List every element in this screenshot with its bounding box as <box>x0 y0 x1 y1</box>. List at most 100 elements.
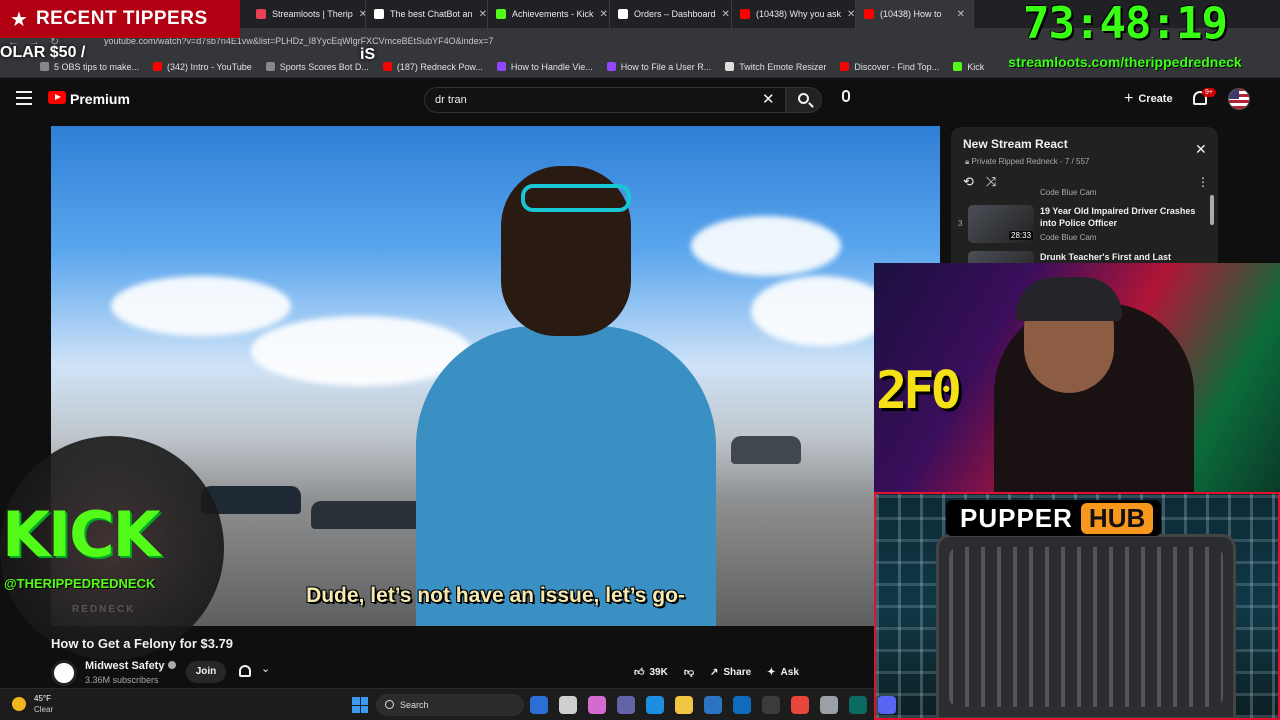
tab-label: (10438) How to <box>880 9 942 19</box>
windows-start-icon[interactable] <box>352 697 368 713</box>
tipper-ticker-fragment: iS <box>360 46 376 63</box>
create-label: Create <box>1138 93 1173 105</box>
bookmark-item[interactable]: Sports Scores Bot D... <box>265 62 369 72</box>
bookmark-favicon <box>725 62 735 71</box>
taskbar-app-icon[interactable] <box>588 696 606 714</box>
close-icon[interactable]: ✕ <box>957 9 965 20</box>
recent-tippers-title: RECENT TIPPERS <box>35 8 208 29</box>
video-cloud <box>111 276 291 336</box>
bookmark-item[interactable]: How to File a User R... <box>606 61 712 72</box>
tipper-ticker: OLAR $50 / <box>0 44 86 61</box>
browser-tab[interactable]: Orders – Dashboard ✕ <box>610 0 732 28</box>
bookmark-favicon <box>953 62 963 71</box>
search-icon <box>798 93 809 104</box>
subathon-timer: 73:48:19 <box>1023 0 1228 49</box>
browser-tab[interactable]: Achievements - Kick ✕ <box>488 0 610 28</box>
taskbar-app-icon[interactable] <box>849 696 867 714</box>
bookmark-item[interactable]: How to Handle Vie... <box>496 62 593 72</box>
dislike-button[interactable]: 👎︎ <box>684 666 694 678</box>
bookmark-item[interactable]: Discover - Find Top... <box>840 62 939 72</box>
ask-label: Ask <box>780 666 799 678</box>
subscription-bell-icon[interactable] <box>239 665 251 677</box>
kick-handle: @THERIPPEDREDNECK <box>4 576 156 591</box>
playlist-scrollbar[interactable] <box>1210 195 1214 225</box>
taskbar-app-icon[interactable] <box>675 696 693 714</box>
close-icon[interactable]: ✕ <box>847 9 855 20</box>
tab-favicon <box>496 9 506 19</box>
taskbar-search[interactable]: Search <box>376 694 524 716</box>
close-icon[interactable]: ✕ <box>600 9 608 20</box>
webcam-neon-sign: 2F0 <box>876 361 962 421</box>
bookmark-favicon <box>496 62 506 71</box>
recent-tippers-banner: ★ RECENT TIPPERS <box>0 0 240 38</box>
youtube-logo-icon[interactable] <box>48 91 66 104</box>
share-label: Share <box>723 666 752 678</box>
close-icon[interactable]: ✕ <box>359 9 365 20</box>
voice-search-icon[interactable] <box>842 90 850 102</box>
tab-label: The best ChatBot an <box>390 9 473 19</box>
taskbar-app-icon[interactable] <box>646 696 664 714</box>
taskbar-app-icon[interactable] <box>791 696 809 714</box>
taskbar-app-icon[interactable] <box>762 696 780 714</box>
pupper-hub-logo-b: HUB <box>1080 502 1154 534</box>
channel-avatar[interactable] <box>51 660 77 686</box>
close-icon[interactable]: ✕ <box>1195 141 1207 158</box>
search-input[interactable]: dr tran <box>424 87 786 113</box>
browser-tab[interactable]: The best ChatBot an ✕ <box>366 0 488 28</box>
bookmark-item[interactable]: Twitch Emote Resizer <box>725 62 826 72</box>
bookmark-favicon <box>606 62 616 71</box>
video-car <box>731 436 801 464</box>
create-button[interactable]: + Create <box>1124 89 1173 109</box>
playlist-item[interactable]: 3 28:33 19 Year Old Impaired Driver Cras… <box>951 201 1218 247</box>
like-button[interactable]: 👍︎ 39K <box>634 666 668 679</box>
youtube-header: Premium dr tran ✕ + Create 9+ <box>0 79 1280 119</box>
tab-favicon <box>374 9 384 19</box>
taskbar-app-icon[interactable] <box>617 696 635 714</box>
video-title: How to Get a Felony for $3.79 <box>51 636 234 651</box>
account-avatar[interactable] <box>1228 88 1250 110</box>
browser-tab[interactable]: (10438) Why you ask ✕ <box>732 0 856 28</box>
playlist-controls: ⟲⤨ <box>963 174 1008 190</box>
join-button[interactable]: Join <box>186 661 226 683</box>
menu-icon[interactable] <box>16 91 32 105</box>
playlist-panel: New Stream React 🔒︎ Private Ripped Redne… <box>951 127 1218 267</box>
youtube-brand[interactable]: Premium <box>70 91 130 107</box>
bookmark-label: How to File a User R... <box>620 61 712 72</box>
taskbar-app-icon[interactable] <box>530 696 548 714</box>
bookmark-favicon <box>840 62 850 71</box>
chevron-down-icon[interactable]: ⌄ <box>261 662 270 675</box>
tab-label: Orders – Dashboard <box>634 9 716 19</box>
bookmark-label: (187) Redneck Pow... <box>396 61 483 72</box>
close-icon[interactable]: ✕ <box>722 9 730 20</box>
search-button[interactable] <box>786 87 822 113</box>
bookmark-item[interactable]: (342) Intro - YouTube <box>153 62 252 72</box>
browser-tab-active[interactable]: (10438) How to ✕ <box>856 0 974 28</box>
browser-tab[interactable]: Streamloots | Therip ✕ <box>248 0 366 28</box>
share-button[interactable]: ↗ Share <box>710 667 751 678</box>
more-options-icon[interactable]: ⋮ <box>1197 175 1209 189</box>
loop-icon[interactable]: ⟲ <box>963 174 986 189</box>
taskbar-app-icon[interactable] <box>559 696 577 714</box>
bookmark-label: 5 OBS tips to make... <box>54 61 140 72</box>
weather-moon-icon[interactable] <box>12 697 26 711</box>
playlist-item-index: 3 <box>958 219 963 228</box>
ask-button[interactable]: ✦ Ask <box>767 667 799 678</box>
taskbar-app-icon[interactable] <box>820 696 838 714</box>
webcam-feed: 2F0 <box>874 263 1280 492</box>
channel-name[interactable]: Midwest Safety <box>85 660 177 672</box>
taskbar-app-icon[interactable] <box>704 696 722 714</box>
lock-icon: 🔒︎ <box>965 157 970 166</box>
tab-label: Streamloots | Therip <box>272 9 353 19</box>
video-cloud <box>691 216 841 276</box>
like-count: 39K <box>649 666 668 678</box>
playlist-item-channel: Code Blue Cam <box>1040 233 1097 242</box>
close-icon[interactable]: ✕ <box>479 9 487 20</box>
taskbar-app-icon[interactable] <box>878 696 896 714</box>
clear-search-icon[interactable]: ✕ <box>762 90 775 108</box>
streamer-cap <box>1016 277 1122 321</box>
shuffle-icon[interactable]: ⤨ <box>986 174 1008 189</box>
taskbar-app-icon[interactable] <box>733 696 751 714</box>
bookmark-item[interactable]: 5 OBS tips to make... <box>40 62 139 72</box>
bookmark-item[interactable]: (187) Redneck Pow... <box>382 61 483 72</box>
playlist-title[interactable]: New Stream React <box>963 137 1068 151</box>
